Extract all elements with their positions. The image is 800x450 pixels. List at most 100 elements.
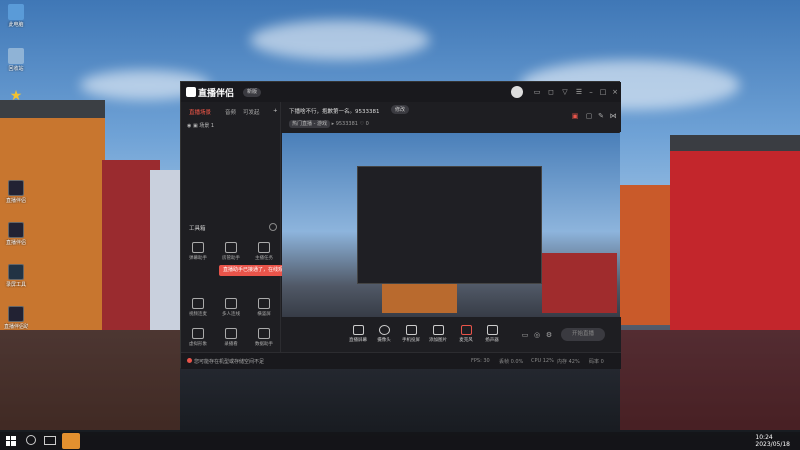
recording-icon	[225, 328, 237, 339]
tool-label: 数据助手	[255, 342, 273, 347]
start-live-button[interactable]: 开始直播	[561, 328, 605, 341]
status-message[interactable]: 您可能存在机型或存储空间不足	[187, 358, 264, 365]
pc-icon	[8, 4, 24, 20]
gear-icon[interactable]: ⚙	[545, 331, 553, 339]
orientation-icon	[258, 298, 270, 309]
tool-barrage[interactable]: 弹幕助手	[185, 242, 211, 261]
tool-moderator[interactable]: 房管助手	[218, 242, 244, 261]
gift-box-icon[interactable]: ▣	[571, 112, 579, 120]
like-count: 0	[365, 121, 369, 127]
toolbar-label: 扬声器	[485, 338, 499, 343]
tool-task[interactable]: 主播任务	[251, 242, 277, 261]
tool-label: 主播任务	[255, 256, 273, 261]
tool-orientation[interactable]: 横竖屏	[251, 298, 277, 317]
add-camera-button[interactable]: 摄像头	[371, 325, 397, 343]
data-icon	[258, 328, 270, 339]
record-icon[interactable]: ▭	[521, 331, 529, 339]
live-companion-window: 直播伴侣 新版 ▭ ◻ ▽ ☰ – □ × 直播场景 音频 可发起 + ◉ ▣ …	[180, 81, 621, 369]
recycle-bin-icon	[8, 48, 24, 64]
star-shortcut-icon: ★	[9, 88, 23, 104]
house-big-red	[670, 135, 800, 335]
app-shortcut-4-icon	[8, 306, 24, 322]
desktop-icon-app-4[interactable]: 直播伴侣助手	[4, 306, 28, 330]
avatar-icon	[192, 328, 204, 339]
add-image-button[interactable]: 添加图片	[425, 325, 451, 343]
fps-stat: FPS: 30	[471, 358, 490, 364]
tool-label: 房管助手	[222, 256, 240, 261]
gift-icon[interactable]: ▽	[561, 88, 569, 96]
desktop-icon-star[interactable]: ★	[4, 88, 28, 104]
app-shortcut-2-icon	[8, 222, 24, 238]
scene-item[interactable]: ◉ ▣ 场景 1	[187, 122, 214, 129]
windows-start-icon[interactable]	[6, 436, 16, 446]
avatar[interactable]	[511, 86, 523, 98]
tool-label: 视频连麦	[189, 312, 207, 317]
frame-drop-stat: 丢帧 0.0%	[499, 359, 524, 365]
category-tag[interactable]: 热门直播 - 游戏	[289, 120, 330, 128]
share-icon[interactable]: ⋈	[609, 112, 617, 120]
logo-icon	[186, 87, 196, 97]
live-title: 下播啥不行，抱歉第一名。9533381	[289, 109, 380, 115]
toolbar-label: 直播屏幕	[349, 338, 367, 343]
close-icon[interactable]: ×	[611, 88, 619, 96]
sidebar: 直播场景 音频 可发起 + ◉ ▣ 场景 1 工具箱 弹幕助手 房管助手 主播任…	[181, 102, 281, 352]
add-screen-button[interactable]: 直播屏幕	[345, 325, 371, 343]
tool-recording[interactable]: 录播看	[218, 328, 244, 347]
version-badge[interactable]: 新版	[243, 88, 262, 97]
memory-stat: 内存 42%	[557, 359, 580, 365]
title-bar: 直播伴侣 新版 ▭ ◻ ▽ ☰ – □ ×	[181, 82, 621, 102]
tool-multi-link[interactable]: 多人连线	[218, 298, 244, 317]
desktop-icon-recycle-bin[interactable]: 回收站	[4, 48, 28, 72]
task-icon	[258, 242, 270, 253]
desktop-icon-label: 回收站	[8, 66, 24, 72]
message-icon[interactable]: ▭	[533, 88, 541, 96]
tools-more-icon[interactable]	[269, 223, 277, 231]
desktop-icon-pc[interactable]: 此电脑	[4, 4, 28, 28]
source-toolbar: 直播屏幕 摄像头 手机投屏 添加图片 麦克风 扬声器 ▭ ◎ ⚙ 开始直播	[281, 317, 621, 352]
reflection-left	[0, 330, 180, 430]
minimize-icon[interactable]: –	[587, 88, 595, 96]
status-bar: 您可能存在机型或存储空间不足 FPS: 30 丢帧 0.0% CPU 12% 内…	[181, 352, 621, 369]
beauty-icon[interactable]: ◎	[533, 331, 541, 339]
house-roof-right	[670, 135, 800, 151]
search-icon[interactable]	[26, 435, 36, 445]
lock-icon[interactable]: ▢	[585, 112, 593, 120]
status-text: 您可能存在机型或存储空间不足	[194, 359, 265, 365]
desktop-icon-app-2[interactable]: 直播伴侣	[4, 222, 28, 246]
desktop-icon-label: 直播伴侣	[5, 240, 26, 246]
video-link-icon	[192, 298, 204, 309]
nested-preview-window	[357, 166, 542, 284]
clock-date[interactable]: 2023/05/18	[755, 441, 790, 448]
tool-label: 弹幕助手	[189, 256, 207, 261]
tool-avatar[interactable]: 虚拟形象	[185, 328, 211, 347]
add-scene-icon[interactable]: +	[273, 108, 278, 114]
modify-button[interactable]: 修改	[391, 105, 410, 114]
desktop-icon-app-1[interactable]: 直播伴侣	[4, 180, 28, 204]
tool-video-link[interactable]: 视频连麦	[185, 298, 211, 317]
room-id: 9533381	[335, 121, 358, 127]
live-meta: 热门直播 - 游戏 ▸ 9533381 ♡ 0	[289, 120, 369, 128]
speaker-button[interactable]: 扬声器	[479, 325, 505, 343]
settings-icon[interactable]: ☰	[575, 88, 583, 96]
app-shortcut-3-icon	[8, 264, 24, 280]
tab-scene[interactable]: 直播场景	[189, 108, 211, 116]
mic-button[interactable]: 麦克风	[453, 325, 479, 343]
live-companion-taskbar-icon[interactable]	[62, 433, 80, 449]
tool-data[interactable]: 数据助手	[251, 328, 277, 347]
house-orange-right	[620, 185, 675, 325]
task-view-icon[interactable]	[44, 436, 56, 445]
phone-cast-button[interactable]: 手机投屏	[398, 325, 424, 343]
notification-icon[interactable]: ◻	[547, 88, 555, 96]
edit-icon[interactable]: ✎	[597, 112, 605, 120]
mic-icon	[460, 325, 472, 335]
desktop-icon-label: 直播伴侣助手	[4, 324, 28, 330]
scene-label: 场景 1	[199, 123, 215, 129]
clock-time[interactable]: 10:24	[755, 434, 772, 441]
tool-label: 横竖屏	[257, 312, 271, 317]
tab-extra[interactable]: 可发起	[243, 108, 260, 116]
tool-label: 虚拟形象	[189, 342, 207, 347]
desktop-icon-app-3[interactable]: 录屏工具	[4, 264, 28, 288]
tab-audio[interactable]: 音频	[225, 108, 236, 116]
moderator-icon	[225, 242, 237, 253]
maximize-icon[interactable]: □	[599, 88, 607, 96]
